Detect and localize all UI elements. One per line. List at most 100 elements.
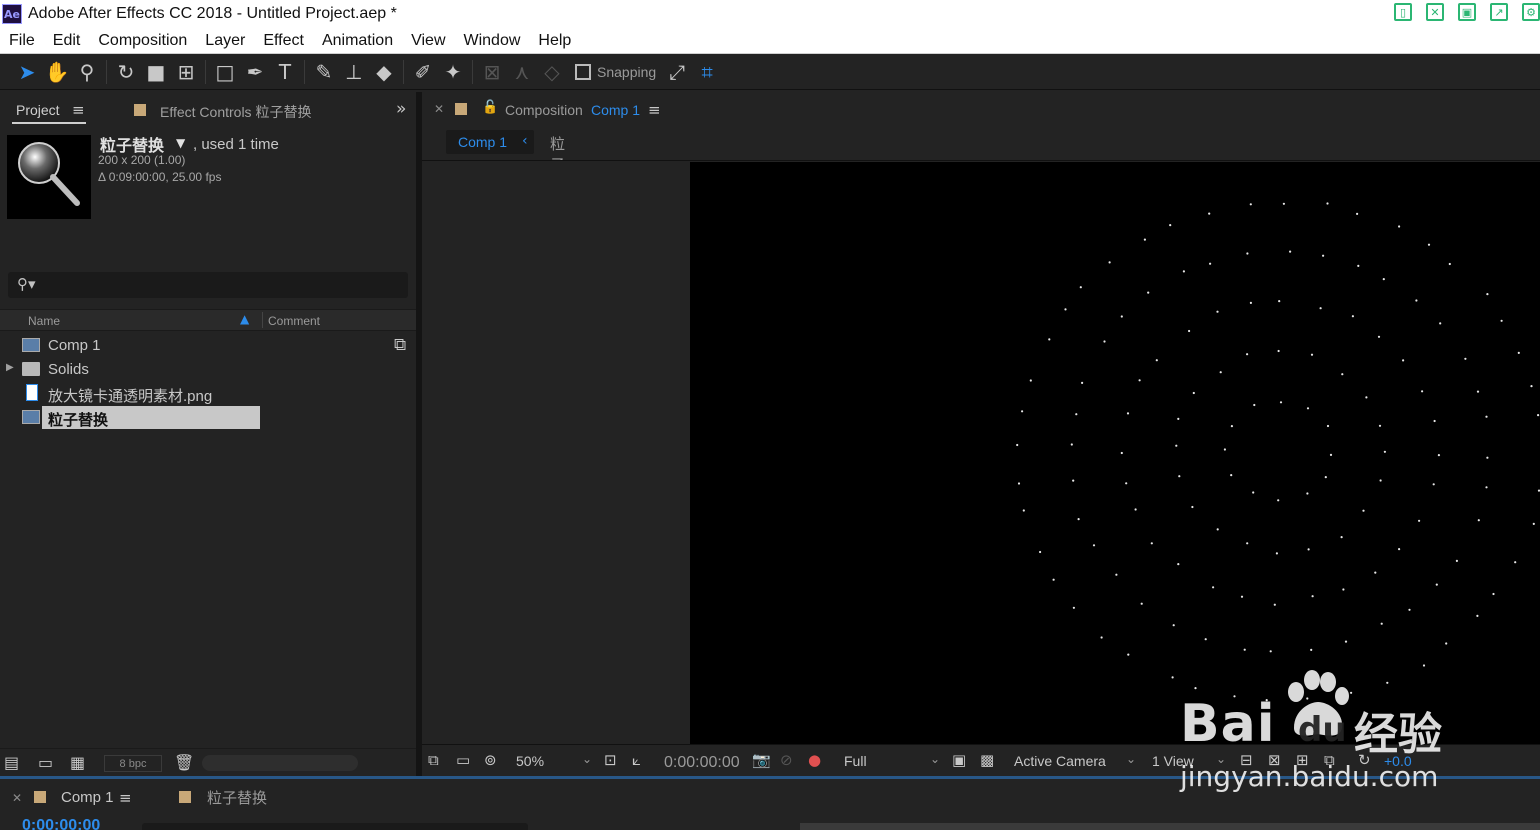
project-menu-icon[interactable]: ≡ xyxy=(72,101,85,119)
particle-dot xyxy=(1075,413,1078,416)
menu-file[interactable]: File xyxy=(0,32,44,50)
monitor-icon[interactable]: ▭ xyxy=(456,751,470,769)
roto-brush-tool-icon[interactable]: ✐ xyxy=(408,57,438,87)
timeline-search-input[interactable] xyxy=(142,823,528,830)
interpret-footage-icon[interactable]: ▤ xyxy=(4,753,19,772)
selected-item-dimensions: 200 x 200 (1.00) xyxy=(98,153,186,167)
mask-visibility-icon[interactable]: ⊚ xyxy=(484,751,497,769)
new-folder-icon[interactable]: ▭ xyxy=(38,753,53,772)
tab-effect-controls[interactable]: Effect Controls 粒子替换 xyxy=(160,102,311,122)
close-icon[interactable]: ✕ xyxy=(434,102,444,116)
toolbar-separator xyxy=(304,59,305,84)
world-axis-icon[interactable]: ⋏ xyxy=(507,57,537,87)
panel-overflow-icon[interactable]: » xyxy=(396,99,406,119)
bit-depth-button[interactable]: 8 bpc xyxy=(104,755,162,772)
expand-arrow-icon[interactable]: ▶ xyxy=(6,362,14,373)
particle-dot xyxy=(1322,254,1325,257)
settings-icon[interactable]: ⚙ xyxy=(1522,3,1540,21)
particle-dot xyxy=(1273,603,1276,606)
list-item[interactable]: 放大镜卡通透明素材.png xyxy=(0,382,392,405)
pen-tool-icon[interactable]: ✒ xyxy=(240,57,270,87)
breadcrumb-active[interactable]: Comp 1 ‹ xyxy=(446,130,534,154)
project-search-input[interactable]: ⚲▾ xyxy=(8,272,408,298)
camera-select[interactable]: Active Camera ⌄ xyxy=(1008,749,1140,773)
timeline-menu-icon[interactable]: ≡ xyxy=(119,789,132,807)
particle-dot xyxy=(1204,638,1207,641)
zoom-select[interactable]: 50% ⌄ xyxy=(510,749,596,773)
selected-item-duration: Δ 0:09:00:00, 25.00 fps xyxy=(98,170,222,184)
resolution-select[interactable]: Full ⌄ xyxy=(838,749,944,773)
zoom-tool-icon[interactable]: ⚲ xyxy=(72,57,102,87)
menu-composition[interactable]: Composition xyxy=(89,32,196,50)
expand-icon[interactable]: ✕ xyxy=(1426,3,1444,21)
item-usage-dropdown-icon[interactable]: ▼ xyxy=(176,136,185,150)
new-composition-icon[interactable]: ▦ xyxy=(70,753,85,772)
menu-edit[interactable]: Edit xyxy=(44,32,90,50)
column-divider[interactable] xyxy=(262,312,263,328)
list-item[interactable]: ▶ Solids xyxy=(0,358,392,381)
local-axis-icon[interactable]: ⊠ xyxy=(477,57,507,87)
close-icon[interactable]: ✕ xyxy=(12,791,22,805)
rotate-tool-icon[interactable]: ↻ xyxy=(111,57,141,87)
transparency-grid-icon[interactable]: ▩ xyxy=(980,751,994,769)
window-title: Adobe After Effects CC 2018 - Untitled P… xyxy=(28,5,397,22)
menu-window[interactable]: Window xyxy=(455,32,530,50)
share-icon[interactable]: ↗ xyxy=(1490,3,1508,21)
list-item[interactable]: Comp 1 xyxy=(0,334,392,357)
tab-timeline-comp[interactable]: Comp 1 xyxy=(61,789,114,806)
current-time-display[interactable]: 0:00:00:00 xyxy=(664,754,740,772)
brush-tool-icon[interactable]: ✎ xyxy=(309,57,339,87)
view-axis-icon[interactable]: ◇ xyxy=(537,57,567,87)
menu-help[interactable]: Help xyxy=(529,32,580,50)
minimize-icon[interactable]: ▯ xyxy=(1394,3,1412,21)
composition-viewer[interactable] xyxy=(690,162,1540,744)
puppet-pin-tool-icon[interactable]: ✦ xyxy=(438,57,468,87)
snapping-checkbox[interactable] xyxy=(575,63,591,80)
rectangle-tool-icon[interactable]: □ xyxy=(210,57,240,87)
column-name-header[interactable]: Name xyxy=(28,314,60,328)
tab-timeline-secondary[interactable]: 粒子替换 xyxy=(207,787,267,808)
menu-effect[interactable]: Effect xyxy=(254,32,313,50)
region-of-interest-icon[interactable]: ▣ xyxy=(952,751,966,769)
tab-project[interactable]: Project xyxy=(16,102,60,118)
project-scrollbar[interactable] xyxy=(202,755,358,771)
window-controls: ▯ ✕ ▣ ↗ ⚙ xyxy=(1394,3,1540,21)
clone-stamp-tool-icon[interactable]: ⊥ xyxy=(339,57,369,87)
time-ruler[interactable] xyxy=(800,823,1540,830)
color-channels-icon[interactable]: ● xyxy=(808,751,821,769)
eraser-tool-icon[interactable]: ◆ xyxy=(369,57,399,87)
pan-behind-tool-icon[interactable]: ⊞ xyxy=(171,57,201,87)
snapshot-camera-icon[interactable]: 📷 xyxy=(752,751,771,769)
particle-dot xyxy=(1169,224,1172,227)
column-comment-header[interactable]: Comment xyxy=(268,314,320,328)
sort-ascending-icon[interactable]: ▲ xyxy=(240,312,249,326)
show-snapshot-icon[interactable]: ⊘ xyxy=(780,751,793,769)
camera-tool-icon[interactable]: ■ xyxy=(141,57,171,87)
safe-margins-icon[interactable]: ⟀ xyxy=(632,751,641,769)
snap-extents-icon[interactable]: ⌗ xyxy=(692,57,722,87)
list-item-selected[interactable]: 粒子替换 xyxy=(0,406,392,429)
menu-animation[interactable]: Animation xyxy=(313,32,402,50)
particle-dot xyxy=(1310,353,1314,356)
particle-dot xyxy=(1048,338,1051,341)
tab-composition-label[interactable]: Composition xyxy=(505,102,583,118)
timeline-current-time[interactable]: 0:00:00:00 xyxy=(22,817,100,830)
lock-icon[interactable]: 🔓 xyxy=(482,100,498,115)
particle-dot xyxy=(1216,310,1219,313)
always-preview-icon[interactable]: ⧉ xyxy=(428,751,439,769)
composition-menu-icon[interactable]: ≡ xyxy=(648,101,661,119)
particle-dot xyxy=(1188,329,1191,333)
snap-options-icon[interactable]: ⤢ xyxy=(662,57,692,87)
save-icon[interactable]: ▣ xyxy=(1458,3,1476,21)
type-tool-icon[interactable]: T xyxy=(270,57,300,87)
trash-icon[interactable]: 🗑 xyxy=(174,753,194,772)
tab-composition-name[interactable]: Comp 1 xyxy=(591,102,640,118)
particle-dot xyxy=(1079,286,1082,289)
menu-layer[interactable]: Layer xyxy=(196,32,254,50)
composition-panel: ✕ 🔓 Composition Comp 1 ≡ Comp 1 ‹ 粒子替换 ⧉… xyxy=(422,92,1540,776)
menu-view[interactable]: View xyxy=(402,32,454,50)
selection-tool-icon[interactable]: ➤ xyxy=(12,57,42,87)
hand-tool-icon[interactable]: ✋ xyxy=(42,57,72,87)
fit-icon[interactable]: ⊡ xyxy=(604,751,617,769)
flowchart-icon[interactable]: ⧉ xyxy=(394,335,406,355)
